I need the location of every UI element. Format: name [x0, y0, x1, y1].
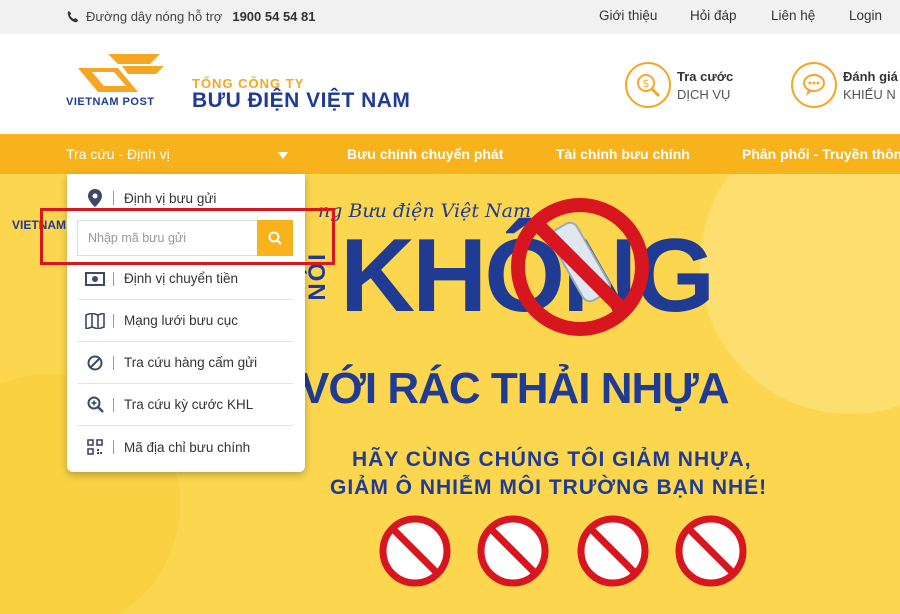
banner-subtext-2: GIẢM Ô NHIỄM MÔI TRƯỜNG BẠN NHÉ! [330, 476, 768, 499]
logo-text: VIETNAM POST [66, 96, 155, 108]
no-cup-icon [477, 515, 549, 587]
service-tra-cuoc[interactable]: $ Tra cước DỊCH VỤ [625, 62, 733, 108]
money-icon [85, 271, 105, 286]
company-large: BƯU ĐIỆN VIỆT NAM [192, 89, 411, 112]
link-gioi-thieu[interactable]: Giới thiệu [599, 8, 657, 23]
menu-item-mang-luoi-buu-cuc[interactable]: Mạng lưới bưu cục [77, 300, 293, 342]
service-title: Đánh giá [843, 68, 898, 84]
menu-item-label: Mã địa chỉ bưu chính [124, 439, 251, 455]
dollar-search-icon: $ [637, 74, 661, 98]
header: VIETNAM POST TỔNG CÔNG TY BƯU ĐIỆN VIỆT … [0, 34, 900, 134]
service-title: Tra cước [677, 68, 734, 84]
map-icon [85, 312, 105, 329]
banner-subtext-1: HÃY CÙNG CHÚNG TÔI GIẢM NHỰA, [352, 448, 752, 471]
qr-code-icon [87, 439, 103, 455]
no-plastic-icon [511, 198, 649, 336]
menu-item-label: Tra cứu hàng cấm gửi [124, 355, 258, 370]
hotline-label: Đường dây nóng hỗ trợ [86, 9, 223, 24]
zoom-in-icon [87, 396, 104, 413]
chat-bubble-icon [803, 74, 825, 96]
banner-middle-text: VỚI RÁC THẢI NHỰA [300, 364, 730, 413]
nav-tai-chinh-buu-chinh[interactable]: Tài chính bưu chính [556, 146, 690, 162]
company-name: TỔNG CÔNG TY BƯU ĐIỆN VIỆT NAM [192, 76, 410, 113]
top-bar: Đường dây nóng hỗ trợ 1900 54 54 81 Giới… [0, 0, 900, 34]
nav-phan-phoi-truyen-thong[interactable]: Phân phối - Truyền thôn [742, 146, 900, 162]
no-bag-icon [675, 515, 747, 587]
main-nav: Tra cứu - Định vị Bưu chính chuyển phát … [0, 134, 900, 174]
chevron-down-icon[interactable] [278, 152, 288, 159]
svg-text:$: $ [643, 77, 650, 90]
link-hoi-dap[interactable]: Hỏi đáp [690, 8, 737, 23]
menu-item-label: Tra cứu kỳ cước KHL [124, 397, 254, 412]
nav-buu-chinh-chuyen-phat[interactable]: Bưu chính chuyển phát [347, 146, 503, 162]
link-lien-he[interactable]: Liên hệ [771, 8, 815, 23]
menu-item-hang-cam-gui[interactable]: Tra cứu hàng cấm gửi [77, 342, 293, 384]
menu-item-ma-dia-chi-buu-chinh[interactable]: Mã địa chỉ bưu chính [77, 426, 293, 468]
ban-icon [87, 355, 103, 370]
link-login[interactable]: Login [849, 8, 882, 23]
vietnam-post-logo-icon[interactable] [78, 52, 164, 96]
menu-item-label: Định vị bưu gửi [124, 190, 217, 206]
nav-tra-cuu-dinh-vi[interactable]: Tra cứu - Định vị [66, 146, 170, 162]
menu-item-label: Định vị chuyển tiền [124, 271, 239, 286]
service-subtitle: DỊCH VỤ [677, 86, 731, 102]
no-straw-icon [577, 515, 649, 587]
menu-item-ky-cuoc-khl[interactable]: Tra cứu kỳ cước KHL [77, 384, 293, 426]
service-subtitle: KHIẾU N [843, 86, 896, 102]
hotline-number[interactable]: 1900 54 54 81 [232, 9, 315, 24]
map-pin-icon [88, 189, 102, 207]
menu-item-label: Mạng lưới bưu cục [124, 313, 238, 328]
hotline: Đường dây nóng hỗ trợ 1900 54 54 81 [66, 9, 315, 24]
highlight-box [40, 208, 335, 265]
phone-icon [67, 10, 79, 22]
service-danh-gia[interactable]: Đánh giá KHIẾU N [791, 62, 898, 108]
no-bottle-icon [379, 515, 451, 587]
